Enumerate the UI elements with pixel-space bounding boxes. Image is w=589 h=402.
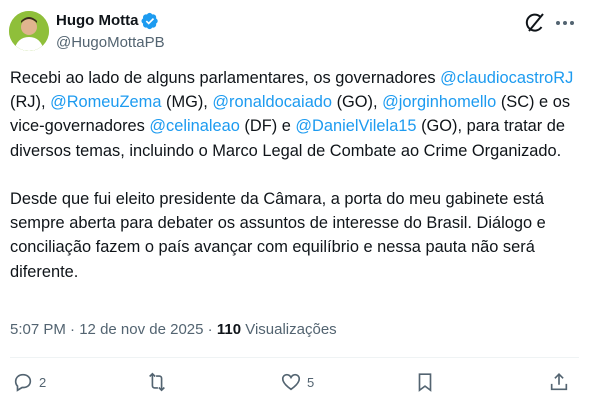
- author-name-row: Hugo Motta: [56, 11, 159, 31]
- tweet-text-segment: Recebi ao lado de alguns parlamentares, …: [10, 69, 441, 87]
- meta-separator: ·: [203, 321, 217, 338]
- like-button[interactable]: 5: [280, 370, 314, 394]
- mention-link[interactable]: @RomeuZema: [50, 93, 161, 111]
- mention-link[interactable]: @celinaleao: [149, 117, 239, 135]
- like-count: 5: [307, 374, 315, 390]
- views-label: Visualizações: [245, 321, 337, 338]
- reply-button[interactable]: 2: [12, 370, 46, 394]
- tweet-text-segment: (DF) e: [239, 117, 296, 136]
- mention-link[interactable]: @ronaldocaiado: [212, 93, 332, 111]
- share-button[interactable]: [548, 370, 570, 394]
- heart-icon: [281, 373, 301, 391]
- tweet-paragraph-1: Recebi ao lado de alguns parlamentares, …: [10, 66, 580, 163]
- mention-link[interactable]: @claudiocastroRJ: [440, 69, 573, 87]
- bookmark-button[interactable]: [414, 370, 436, 394]
- reply-icon: [14, 373, 32, 392]
- share-icon: [550, 373, 568, 391]
- meta-separator: ·: [65, 321, 80, 338]
- mention-link[interactable]: @jorginhomello: [382, 93, 496, 111]
- tweet-text-segment: (MG),: [161, 93, 213, 112]
- repost-icon: [149, 372, 165, 392]
- divider: [10, 357, 579, 358]
- verified-badge-icon[interactable]: [141, 12, 159, 30]
- bookmark-icon: [418, 373, 432, 392]
- tweet-date[interactable]: 12 de nov de 2025: [79, 321, 203, 338]
- author-handle[interactable]: @HugoMottaPB: [56, 33, 165, 53]
- tweet-text: Recebi ao lado de alguns parlamentares, …: [10, 66, 580, 284]
- repost-button[interactable]: [146, 370, 173, 394]
- action-bar: 2 5: [0, 366, 589, 398]
- grok-icon[interactable]: [523, 11, 547, 35]
- tweet-time[interactable]: 5:07 PM: [10, 321, 66, 338]
- views-count: 110: [216, 321, 242, 338]
- author-display-name[interactable]: Hugo Motta: [56, 11, 138, 31]
- tweet-meta: 5:07 PM · 12 de nov de 2025 · 110 Visual…: [10, 320, 337, 340]
- tweet-text-segment: (RJ),: [10, 93, 51, 112]
- tweet-paragraph-2: Desde que fui eleito presidente da Câmar…: [10, 190, 546, 281]
- mention-link[interactable]: @DanielVilela15: [295, 117, 416, 135]
- avatar[interactable]: [9, 11, 49, 51]
- reply-count: 2: [39, 374, 47, 390]
- tweet-text-segment: (GO),: [332, 93, 383, 112]
- tweet-header: Hugo Motta @HugoMottaPB: [0, 0, 589, 60]
- more-icon[interactable]: [553, 11, 577, 35]
